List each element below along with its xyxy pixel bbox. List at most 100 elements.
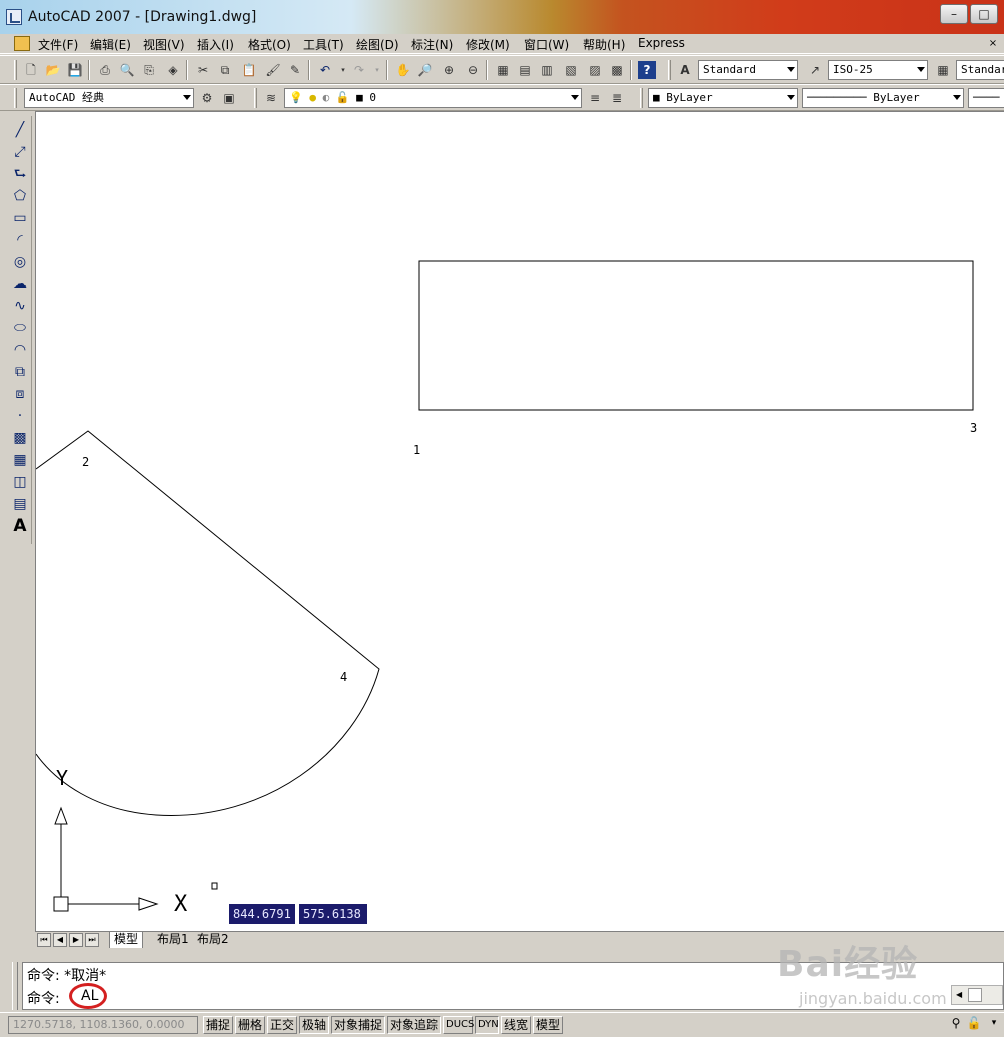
redo-icon[interactable]: ↷ xyxy=(350,61,368,79)
sector-shape[interactable] xyxy=(36,430,380,816)
point-icon[interactable]: · xyxy=(10,406,30,426)
cut-icon[interactable]: ✂ xyxy=(194,61,212,79)
ellipse-icon[interactable]: ⬭ xyxy=(10,318,30,338)
hatch-icon[interactable]: ▩ xyxy=(10,428,30,448)
polyline-icon[interactable]: ⮑ xyxy=(10,164,30,184)
autocad-app-icon[interactable] xyxy=(6,9,22,25)
polar-toggle[interactable]: 极轴 xyxy=(299,1016,329,1034)
plot-icon[interactable]: ⎙ xyxy=(96,61,114,79)
toolbar-grip[interactable] xyxy=(14,88,17,108)
menu-file[interactable]: 文件(F) xyxy=(38,36,78,53)
layer-previous-icon[interactable]: ≣ xyxy=(608,89,626,107)
tab-first-icon[interactable]: ⏮ xyxy=(37,933,51,947)
ortho-toggle[interactable]: 正交 xyxy=(267,1016,297,1034)
tab-model[interactable]: 模型 xyxy=(109,932,144,948)
tab-layout2[interactable]: 布局2 xyxy=(193,932,233,948)
sheet-set-icon[interactable]: ▧ xyxy=(562,61,580,79)
tab-layout1[interactable]: 布局1 xyxy=(153,932,193,948)
tab-last-icon[interactable]: ⏭ xyxy=(85,933,99,947)
dim-style-icon[interactable]: ↗ xyxy=(806,61,824,79)
workspace-save-icon[interactable]: ▣ xyxy=(220,89,238,107)
maximize-button[interactable]: □ xyxy=(970,4,998,24)
redo-dropdown-icon[interactable]: ▾ xyxy=(368,61,386,79)
3d-dwf-icon[interactable]: ◈ xyxy=(164,61,182,79)
dynamic-input-y[interactable]: 575.6138 xyxy=(299,904,367,924)
text-style-select[interactable]: Standard xyxy=(698,60,798,80)
menu-help[interactable]: 帮助(H) xyxy=(583,36,625,53)
tab-next-icon[interactable]: ▶ xyxy=(69,933,83,947)
publish-icon[interactable]: ⎘ xyxy=(140,61,158,79)
grid-toggle[interactable]: 栅格 xyxy=(235,1016,265,1034)
workspace-settings-icon[interactable]: ⚙ xyxy=(198,89,216,107)
tab-prev-icon[interactable]: ◀ xyxy=(53,933,67,947)
calculator-icon[interactable]: ▩ xyxy=(608,61,626,79)
block-editor-icon[interactable]: ✎ xyxy=(286,61,304,79)
open-icon[interactable]: 📂 xyxy=(44,61,62,79)
match-properties-icon[interactable]: 🖌 xyxy=(264,61,282,79)
line-icon[interactable]: ╱ xyxy=(10,120,30,140)
layer-manager-icon[interactable]: ≋ xyxy=(262,89,280,107)
properties-icon[interactable]: ▦ xyxy=(494,61,512,79)
dyn-toggle[interactable]: DYN xyxy=(475,1016,499,1034)
drawing-canvas[interactable]: 1 2 3 4 Y X 844.6791 575.6138 xyxy=(35,111,1004,931)
zoom-realtime-icon[interactable]: 🔎 xyxy=(416,61,434,79)
toolbar-grip[interactable] xyxy=(254,88,257,108)
rectangle-icon[interactable]: ▭ xyxy=(10,208,30,228)
color-select[interactable]: ■ ByLayer xyxy=(648,88,798,108)
rectangle-shape[interactable] xyxy=(418,260,974,411)
menu-modify[interactable]: 修改(M) xyxy=(466,36,510,53)
menu-insert[interactable]: 插入(I) xyxy=(197,36,234,53)
menu-draw[interactable]: 绘图(D) xyxy=(356,36,399,53)
toolbar-grip[interactable] xyxy=(668,60,671,80)
menu-window[interactable]: 窗口(W) xyxy=(524,36,569,53)
menu-tools[interactable]: 工具(T) xyxy=(303,36,344,53)
menu-format[interactable]: 格式(O) xyxy=(248,36,291,53)
construction-line-icon[interactable]: ⤢ xyxy=(10,142,30,162)
paste-icon[interactable]: 📋 xyxy=(240,61,258,79)
make-block-icon[interactable]: ⧈ xyxy=(10,384,30,404)
model-toggle[interactable]: 模型 xyxy=(533,1016,563,1034)
menu-close-icon[interactable]: × xyxy=(986,37,1000,51)
undo-icon[interactable]: ↶ xyxy=(316,61,334,79)
zoom-previous-icon[interactable]: ⊖ xyxy=(464,61,482,79)
menu-express[interactable]: Express xyxy=(638,36,685,50)
status-menu-icon[interactable]: ▾ xyxy=(988,1018,1000,1032)
polygon-icon[interactable]: ⬠ xyxy=(10,186,30,206)
lineweight-toggle[interactable]: 线宽 xyxy=(501,1016,531,1034)
ellipse-arc-icon[interactable]: ◠ xyxy=(10,340,30,360)
tool-palettes-icon[interactable]: ▥ xyxy=(538,61,556,79)
command-window-grip[interactable] xyxy=(12,962,18,1010)
osnap-toggle[interactable]: 对象捕捉 xyxy=(331,1016,385,1034)
table-style-select[interactable]: Standar xyxy=(956,60,1004,80)
help-icon[interactable]: ? xyxy=(638,61,656,79)
document-icon[interactable] xyxy=(14,36,30,51)
revision-cloud-icon[interactable]: ☁ xyxy=(10,274,30,294)
lineweight-select[interactable]: ──── xyxy=(968,88,1004,108)
workspace-select[interactable]: AutoCAD 经典 xyxy=(24,88,194,108)
toolbar-lock-icon[interactable]: 🔓 xyxy=(966,1016,982,1034)
zoom-window-icon[interactable]: ⊕ xyxy=(440,61,458,79)
table-icon[interactable]: ▤ xyxy=(10,494,30,514)
spline-icon[interactable]: ∿ xyxy=(10,296,30,316)
arc-icon[interactable]: ◜ xyxy=(10,230,30,250)
toolbar-grip[interactable] xyxy=(14,60,17,80)
ducs-toggle[interactable]: DUCS xyxy=(443,1016,474,1034)
menu-view[interactable]: 视图(V) xyxy=(143,36,185,53)
snap-toggle[interactable]: 捕捉 xyxy=(203,1016,233,1034)
communication-center-icon[interactable]: ⚲ xyxy=(948,1016,964,1034)
table-style-icon[interactable]: ▦ xyxy=(934,61,952,79)
markup-icon[interactable]: ▨ xyxy=(586,61,604,79)
text-style-icon[interactable]: A xyxy=(676,61,694,79)
minimize-button[interactable]: – xyxy=(940,4,968,24)
linetype-select[interactable]: ───────── ByLayer xyxy=(802,88,964,108)
pan-icon[interactable]: ✋ xyxy=(394,61,412,79)
menu-dimension[interactable]: 标注(N) xyxy=(411,36,453,53)
gradient-icon[interactable]: ▦ xyxy=(10,450,30,470)
make-layer-current-icon[interactable]: ≡ xyxy=(586,89,604,107)
insert-block-icon[interactable]: ⧉ xyxy=(10,362,30,382)
dynamic-input-x[interactable]: 844.6791 xyxy=(229,904,295,924)
save-icon[interactable]: 💾 xyxy=(66,61,84,79)
otrack-toggle[interactable]: 对象追踪 xyxy=(387,1016,441,1034)
plot-preview-icon[interactable]: 🔍 xyxy=(118,61,136,79)
copy-icon[interactable]: ⧉ xyxy=(216,61,234,79)
